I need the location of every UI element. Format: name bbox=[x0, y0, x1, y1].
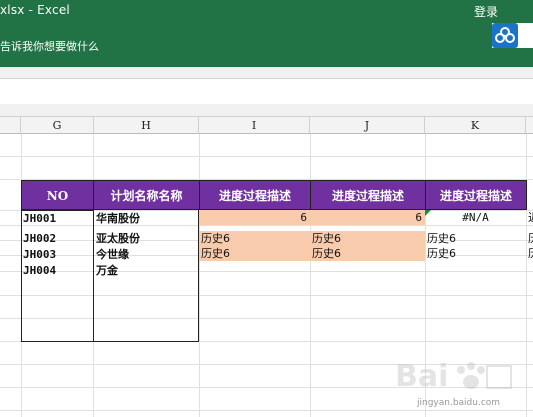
header-progress-i[interactable]: 进度过程描述 bbox=[199, 180, 311, 210]
baidu-paw-icon: Bai bbox=[395, 359, 512, 394]
cell-progress-i[interactable]: 历史6 bbox=[199, 246, 310, 261]
cell-progress-i[interactable]: 6 bbox=[199, 210, 310, 225]
cell-progress-k[interactable]: #N/A bbox=[425, 210, 526, 225]
col-header-g[interactable]: G bbox=[21, 117, 94, 134]
header-progress-j[interactable]: 进度过程描述 bbox=[310, 180, 426, 210]
cell-no[interactable]: JH001 bbox=[22, 211, 92, 226]
cell-no[interactable]: JH003 bbox=[22, 247, 92, 262]
cell-progress-k[interactable]: 历史6 bbox=[425, 231, 526, 246]
cell-name[interactable]: 万金 bbox=[94, 263, 198, 278]
cell-progress-l[interactable]: 历 bbox=[526, 246, 533, 261]
cell-name[interactable]: 今世缘 bbox=[94, 247, 198, 262]
col-header-k[interactable]: K bbox=[425, 117, 526, 134]
window-title: xlsx - Excel bbox=[0, 3, 70, 17]
svg-text:Bai: Bai bbox=[395, 359, 448, 394]
cell-name[interactable]: 亚太股份 bbox=[94, 231, 198, 246]
cell-name[interactable]: 华南股份 bbox=[94, 211, 198, 226]
formula-bar[interactable] bbox=[0, 78, 533, 105]
header-no[interactable]: NO bbox=[21, 180, 94, 210]
cell-progress-j[interactable]: 历史6 bbox=[310, 231, 425, 246]
cell-progress-l[interactable]: 近 bbox=[526, 210, 533, 225]
col-header-l-partial[interactable] bbox=[526, 117, 533, 134]
login-button[interactable]: 登录 bbox=[474, 3, 498, 20]
header-progress-k[interactable]: 进度过程描述 bbox=[425, 180, 527, 210]
col-header-j[interactable]: J bbox=[310, 117, 425, 134]
cloud-share-button[interactable] bbox=[492, 23, 533, 48]
col-header-partial[interactable] bbox=[0, 117, 21, 134]
cell-progress-i[interactable]: 历史6 bbox=[199, 231, 310, 246]
formula-bar-separator bbox=[0, 104, 533, 117]
baidu-watermark: Bai bbox=[395, 352, 515, 404]
cell-no[interactable]: JH004 bbox=[22, 263, 92, 278]
cell-progress-k[interactable]: 历史6 bbox=[425, 246, 526, 261]
cell-no[interactable]: JH002 bbox=[22, 231, 92, 246]
ribbon-area bbox=[0, 67, 533, 78]
cell-progress-j[interactable]: 历史6 bbox=[310, 246, 425, 261]
cell-progress-j[interactable]: 6 bbox=[310, 210, 425, 225]
col-header-i[interactable]: I bbox=[199, 117, 310, 134]
col-header-h[interactable]: H bbox=[94, 117, 199, 134]
watermark-url: jingyan.baidu.com bbox=[417, 398, 501, 408]
cloud-icon bbox=[492, 23, 518, 48]
title-bar: xlsx - Excel 登录 告诉我你想要做什么 bbox=[0, 0, 533, 67]
error-indicator-icon bbox=[425, 210, 431, 216]
header-plan-name[interactable]: 计划名称名称 bbox=[93, 180, 200, 210]
cell-progress-l[interactable]: 历 bbox=[526, 231, 533, 246]
tell-me-search[interactable]: 告诉我你想要做什么 bbox=[0, 38, 99, 54]
